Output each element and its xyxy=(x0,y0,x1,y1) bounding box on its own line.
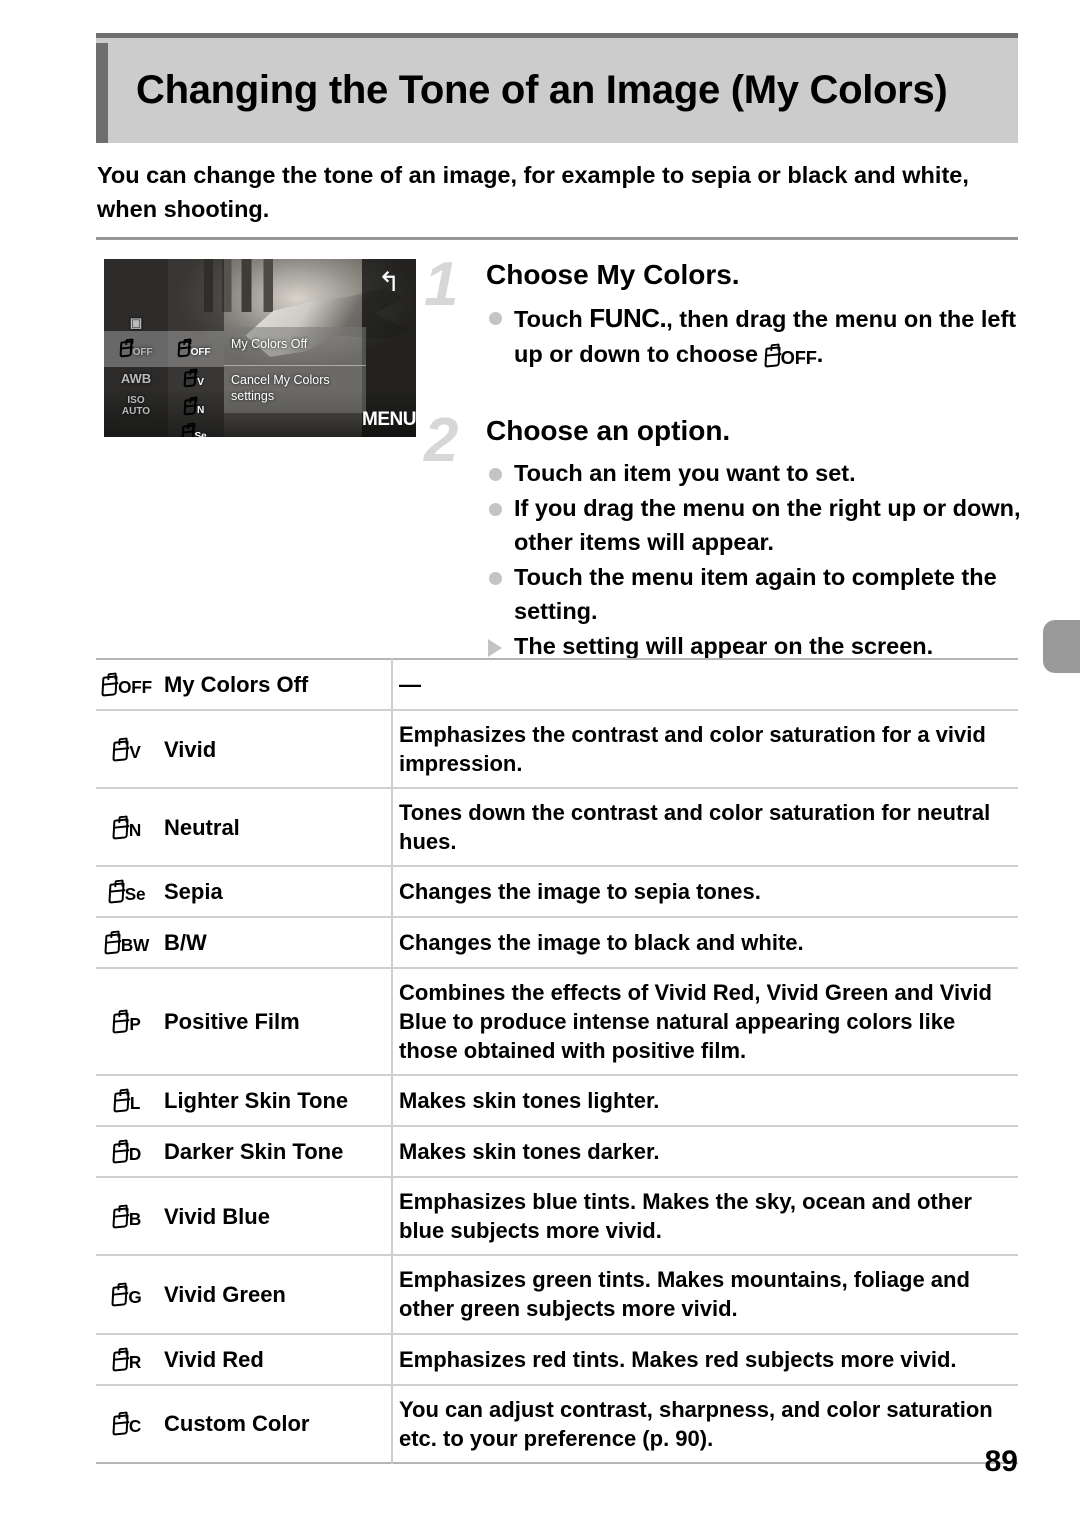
row-name: B/W xyxy=(158,917,393,969)
row-name: Vivid Green xyxy=(158,1255,393,1334)
row-icon: BW xyxy=(96,917,158,968)
camera-lcd-figure: ▣ OFF AWB ISO AUTO OFF V N Se My Colors O… xyxy=(104,259,416,437)
step-1-bullet-1: Touch FUNC., then drag the menu on the l… xyxy=(486,300,1024,374)
lcd-menu-button[interactable]: MENU xyxy=(362,409,416,431)
row-icon: B xyxy=(96,1177,158,1255)
row-description: Emphasizes the contrast and color satura… xyxy=(399,722,986,777)
my-colors-off-icon: OFF xyxy=(764,339,817,373)
row-name: Vivid Blue xyxy=(158,1177,393,1256)
chapter-header: Changing the Tone of an Image (My Colors… xyxy=(96,33,1018,143)
lcd-option-neutral-icon[interactable]: N xyxy=(162,398,226,416)
step-2-heading: Choose an option. xyxy=(486,415,731,446)
intro-paragraph: You can change the tone of an image, for… xyxy=(97,162,969,223)
page-edge-thumb-tab xyxy=(1043,620,1080,673)
paint-tube-icon xyxy=(764,346,781,369)
row-icon: G xyxy=(96,1255,158,1333)
row-icon: C xyxy=(96,1385,158,1463)
lcd-panel-line-2: Cancel My Colors settings xyxy=(231,373,330,403)
table-row: R Vivid Red Emphasizes red tints. Makes … xyxy=(96,1333,1018,1385)
table-row: OFF My Colors Off — xyxy=(96,659,1018,711)
manual-page: Changing the Tone of an Image (My Colors… xyxy=(0,0,1080,1521)
row-icon: N xyxy=(96,788,158,866)
table-row: C Custom Color You can adjust contrast, … xyxy=(96,1384,1018,1463)
lcd-option-vivid-icon[interactable]: V xyxy=(162,370,226,388)
table-row: V Vivid Emphasizes the contrast and colo… xyxy=(96,710,1018,789)
my-colors-options-table: OFF My Colors Off — V Vivid Emphasizes t… xyxy=(96,658,1018,1464)
lcd-option-off-icon[interactable]: OFF xyxy=(162,340,226,358)
row-description: — xyxy=(399,672,421,697)
row-name: Vivid Red xyxy=(158,1333,393,1385)
step-1-heading: Choose My Colors. xyxy=(486,259,740,290)
lcd-option-sepia-icon[interactable]: Se xyxy=(162,424,226,437)
page-number: 89 xyxy=(984,1445,1018,1478)
row-name: Sepia xyxy=(158,866,393,918)
table-row: G Vivid Green Emphasizes green tints. Ma… xyxy=(96,1255,1018,1334)
lcd-metering-icon[interactable]: ▣ xyxy=(104,315,168,331)
bullet-text-before: Touch xyxy=(514,305,590,332)
row-description: Changes the image to black and white. xyxy=(399,930,804,956)
row-description: Combines the effects of Vivid Red, Vivid… xyxy=(399,980,992,1064)
bullet-text-after: . xyxy=(816,341,824,368)
table-row: L Lighter Skin Tone Makes skin tones lig… xyxy=(96,1075,1018,1127)
lcd-panel-separator xyxy=(224,365,366,366)
row-description: Makes skin tones lighter. xyxy=(399,1088,660,1114)
table-row: Se Sepia Changes the image to sepia tone… xyxy=(96,866,1018,918)
row-description: Emphasizes green tints. Makes mountains,… xyxy=(399,1267,970,1322)
step-2-bullet-3: Touch the menu item again to complete th… xyxy=(486,560,1024,628)
row-name: Darker Skin Tone xyxy=(158,1126,393,1178)
row-name: Neutral xyxy=(158,788,393,867)
step-1: 1 Choose My Colors. Touch FUNC., then dr… xyxy=(424,254,1024,406)
row-description: Emphasizes blue tints. Makes the sky, oc… xyxy=(399,1189,972,1244)
row-name: Positive Film xyxy=(158,968,393,1076)
row-name: My Colors Off xyxy=(158,659,393,711)
row-icon: R xyxy=(96,1334,158,1385)
step-1-number: 1 xyxy=(424,250,459,319)
table-row: P Positive Film Combines the effects of … xyxy=(96,968,1018,1076)
row-name: Custom Color xyxy=(158,1384,393,1463)
table-row: B Vivid Blue Emphasizes blue tints. Make… xyxy=(96,1177,1018,1256)
func-label: FUNC. xyxy=(589,302,667,333)
row-icon: V xyxy=(96,710,158,788)
page-title: Changing the Tone of an Image (My Colors… xyxy=(136,68,948,113)
step-2-bullets: Touch an item you want to set. If you dr… xyxy=(486,456,1024,663)
row-icon: Se xyxy=(96,866,158,917)
lcd-mycolors-off-icon[interactable]: OFF xyxy=(104,340,168,358)
lcd-awb-icon[interactable]: AWB xyxy=(104,371,168,386)
table-row: D Darker Skin Tone Makes skin tones dark… xyxy=(96,1126,1018,1178)
lcd-iso-auto-icon[interactable]: ISO AUTO xyxy=(104,395,168,417)
row-description: Tones down the contrast and color satura… xyxy=(399,800,991,855)
step-2-bullet-1: Touch an item you want to set. xyxy=(486,456,1024,490)
row-name: Vivid xyxy=(158,710,393,789)
step-1-bullets: Touch FUNC., then drag the menu on the l… xyxy=(486,300,1024,374)
row-icon: D xyxy=(96,1126,158,1177)
lcd-panel-line-1: My Colors Off xyxy=(231,337,308,351)
row-icon: P xyxy=(96,968,158,1075)
row-icon: OFF xyxy=(96,659,158,710)
header-accent-bar xyxy=(96,43,108,143)
step-2: 2 Choose an option. Touch an item you wa… xyxy=(424,410,1024,663)
row-description: Changes the image to sepia tones. xyxy=(399,879,761,905)
lcd-description-panel: My Colors Off Cancel My Colors settings xyxy=(224,327,366,413)
step-2-bullet-2: If you drag the menu on the right up or … xyxy=(486,491,1024,559)
section-divider xyxy=(96,237,1018,240)
instruction-steps: 1 Choose My Colors. Touch FUNC., then dr… xyxy=(424,254,1024,664)
table-row: BW B/W Changes the image to black and wh… xyxy=(96,917,1018,969)
row-description: Emphasizes red tints. Makes red subjects… xyxy=(399,1346,957,1372)
lcd-back-arrow-icon[interactable]: ↰ xyxy=(370,267,408,297)
row-name: Lighter Skin Tone xyxy=(158,1075,393,1127)
step-2-number: 2 xyxy=(424,406,459,475)
row-description: Makes skin tones darker. xyxy=(399,1139,660,1165)
row-icon: L xyxy=(96,1075,158,1126)
table-row: N Neutral Tones down the contrast and co… xyxy=(96,788,1018,867)
row-description: You can adjust contrast, sharpness, and … xyxy=(399,1396,993,1451)
table-body: OFF My Colors Off — V Vivid Emphasizes t… xyxy=(96,659,1018,1463)
